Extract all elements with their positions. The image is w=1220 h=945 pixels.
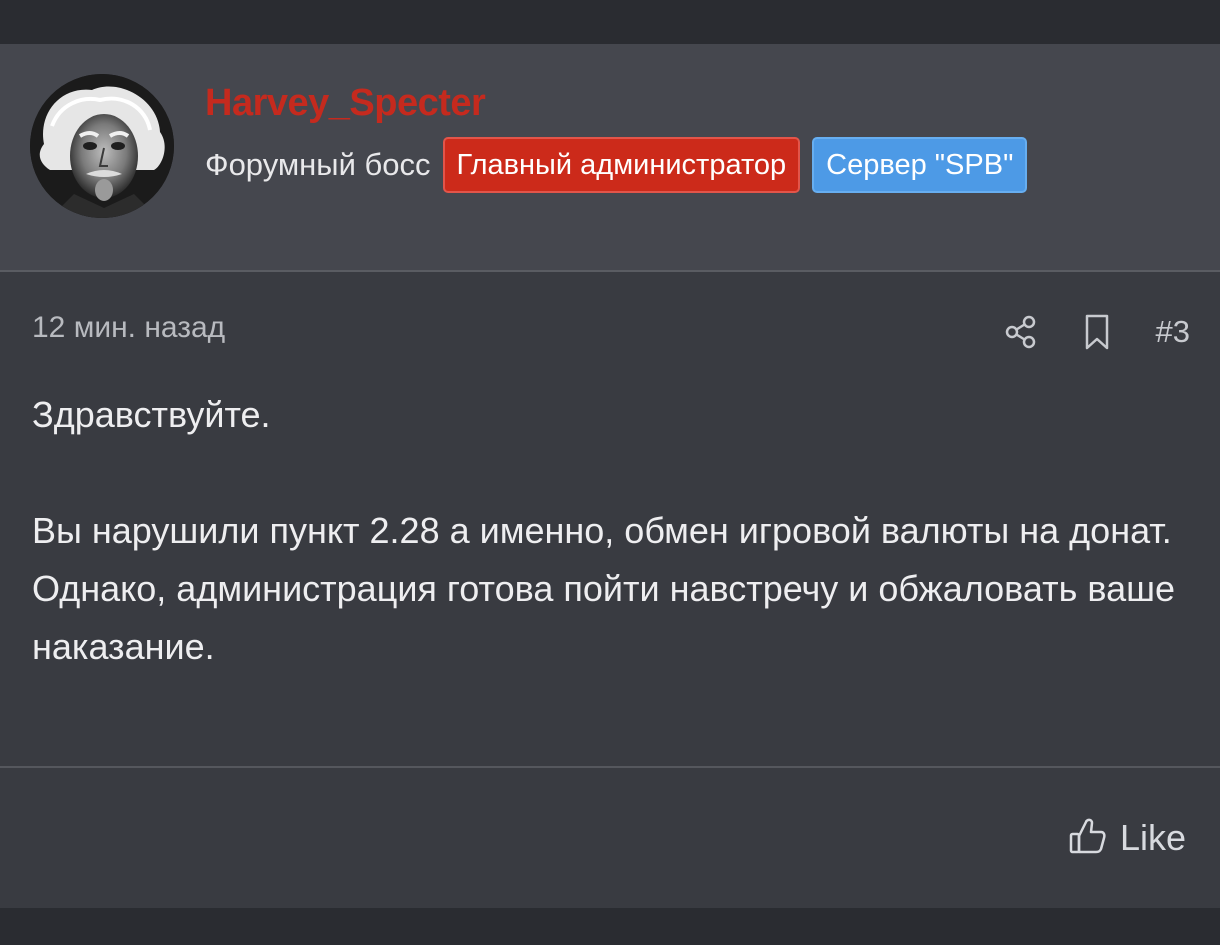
message-greeting: Здравствуйте. [32, 394, 271, 435]
post-message: Здравствуйте. Вы нарушили пункт 2.28 а и… [32, 386, 1192, 676]
user-title: Форумный босс [205, 147, 431, 182]
top-strip [0, 0, 1220, 44]
user-meta: Форумный босс Главный администратор Серв… [205, 135, 1039, 195]
share-icon[interactable] [1004, 312, 1038, 352]
thumbs-up-icon [1068, 814, 1108, 863]
badge-server: Сервер "SPB" [812, 137, 1028, 193]
like-button[interactable]: Like [1068, 816, 1186, 860]
like-label: Like [1119, 817, 1186, 858]
forum-post: Harvey_Specter Форумный босс Главный адм… [0, 44, 1220, 908]
post-body: 12 мин. назад #3 Здравствуйте. Вы наруши… [0, 272, 1220, 766]
avatar[interactable] [30, 74, 174, 218]
bookmark-icon[interactable] [1080, 312, 1114, 352]
message-line-1: Вы нарушили пункт 2.28 а именно, обмен и… [32, 510, 1172, 551]
bottom-strip [0, 908, 1220, 945]
message-line-2: Однако, администрация готова пойти навст… [32, 568, 1176, 667]
post-timestamp[interactable]: 12 мин. назад [32, 310, 225, 346]
badge-main-admin: Главный администратор [442, 137, 801, 193]
post-number-link[interactable]: #3 [1156, 312, 1190, 352]
username-link[interactable]: Harvey_Specter [205, 82, 486, 124]
post-footer: Like [0, 766, 1220, 910]
einstein-portrait-icon [30, 74, 174, 218]
post-actions: #3 [962, 312, 1190, 352]
post-author-header: Harvey_Specter Форумный босс Главный адм… [0, 44, 1220, 272]
